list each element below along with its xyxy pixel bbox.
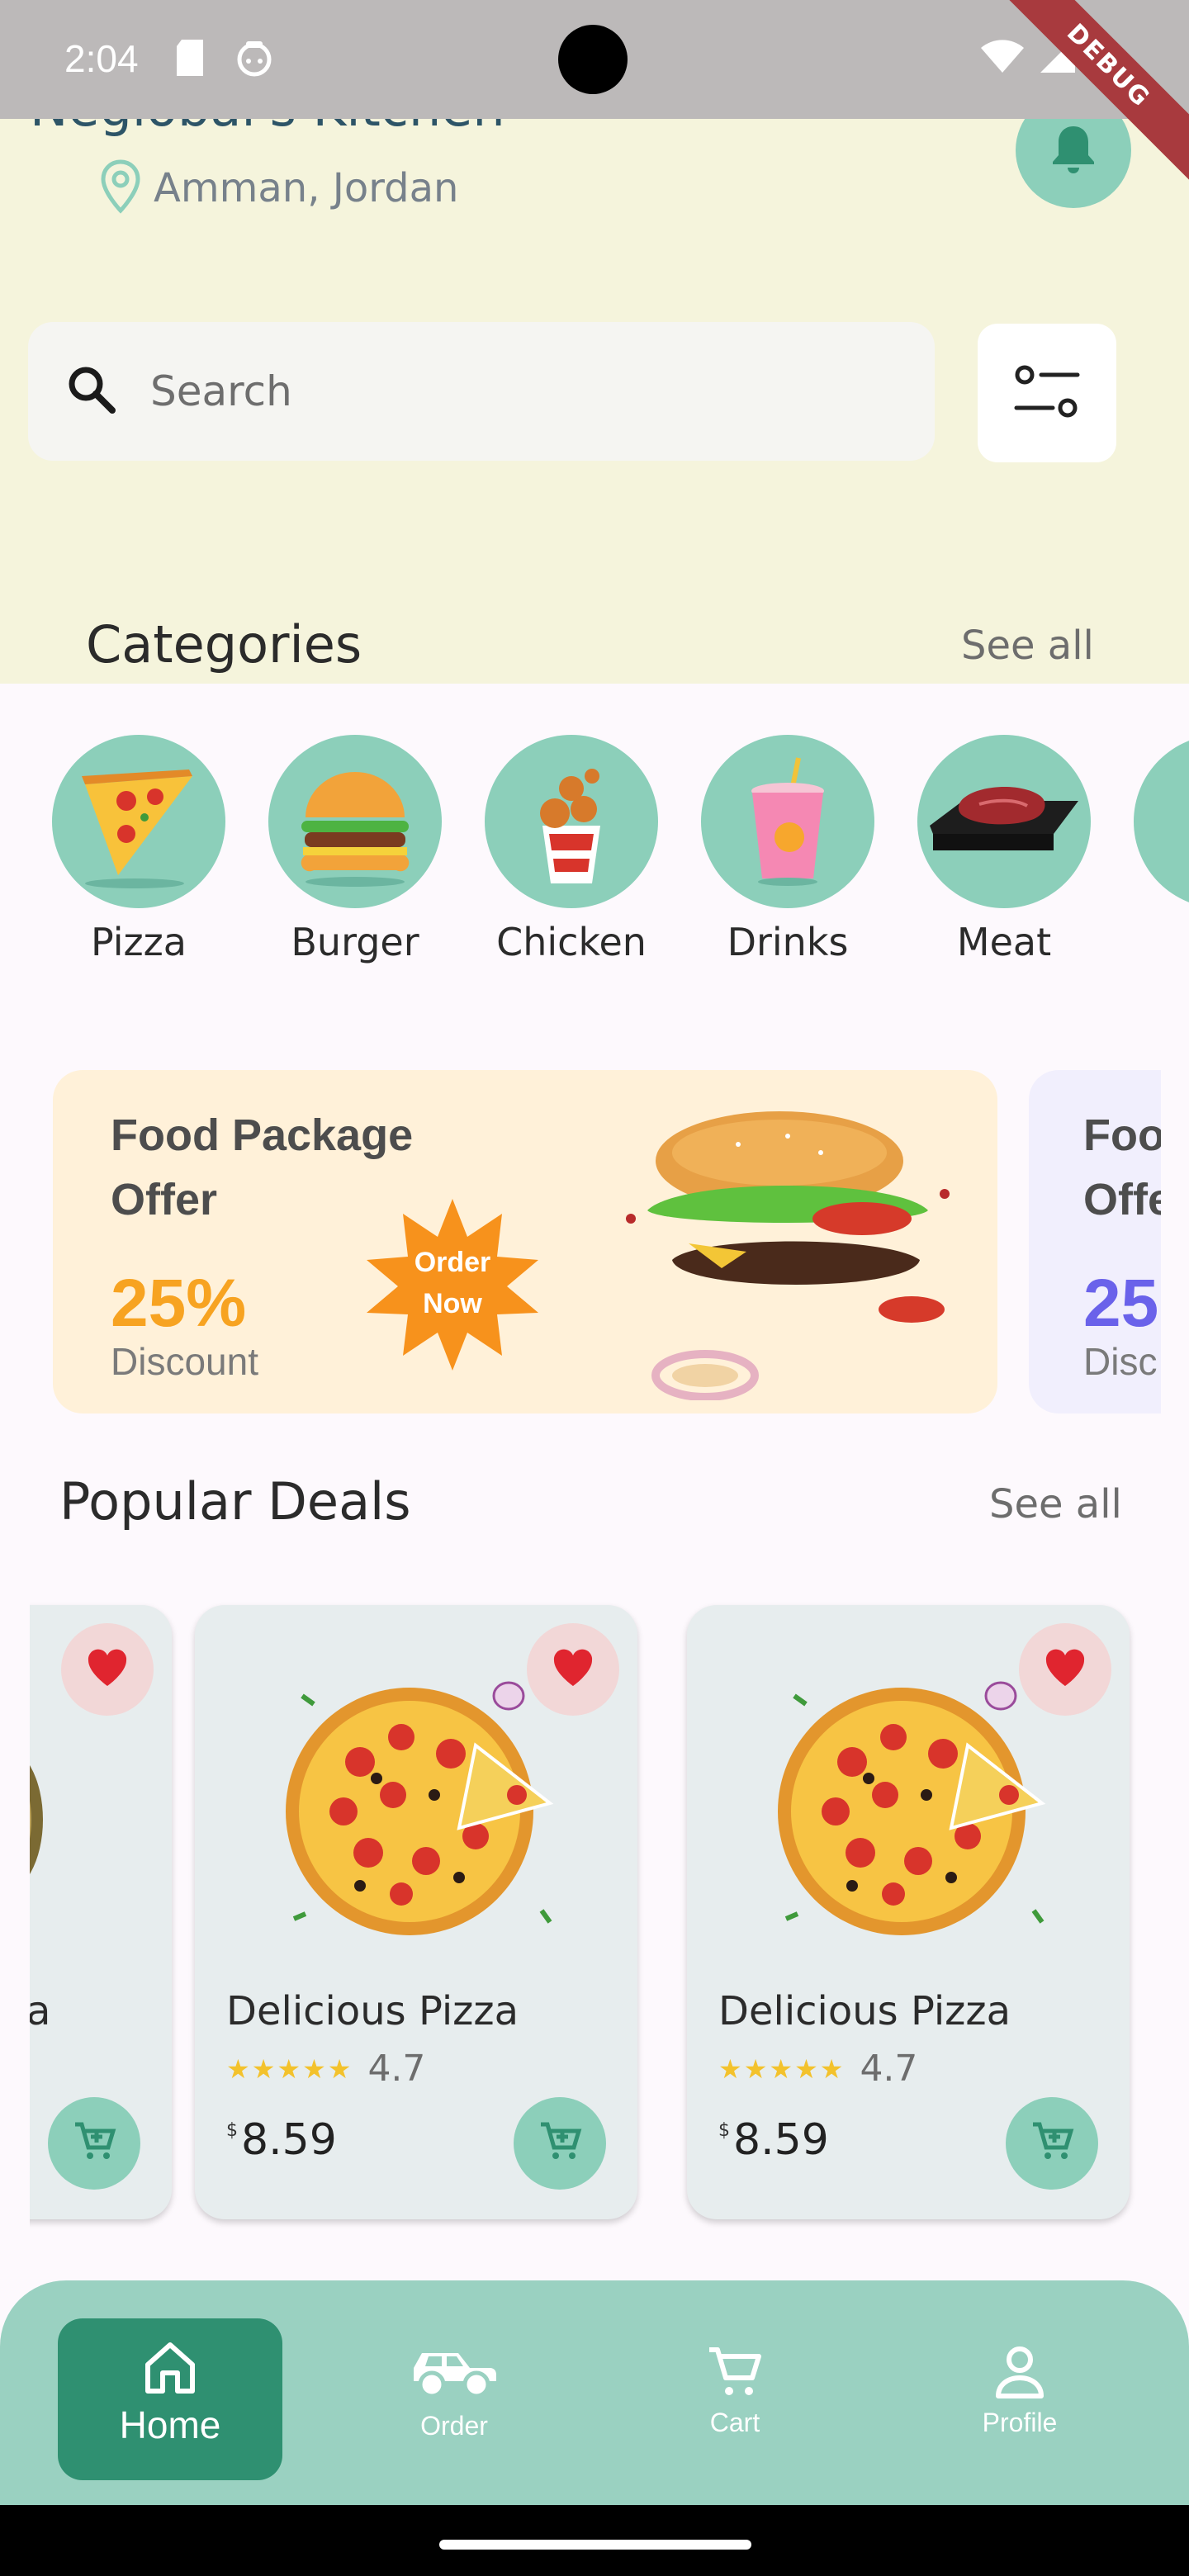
category-label: Burger	[291, 920, 419, 964]
popular-deals-see-all[interactable]: See all	[989, 1481, 1122, 1527]
category-burger[interactable]: Burger	[268, 735, 443, 964]
deals-list: a Delicious Pizza ★★★★★ 4.7 $ 8.59 Delic…	[30, 1602, 1189, 2229]
price: $ 8.59	[226, 2115, 337, 2165]
category-label: Pizza	[91, 920, 187, 964]
filter-icon	[1011, 362, 1082, 424]
nav-profile[interactable]: Profile	[958, 2318, 1082, 2480]
banner-discount: Discount	[111, 1340, 258, 1383]
filter-button[interactable]	[978, 324, 1116, 462]
header-clip: Neglobal's Kitchen Amman, Jordan Search …	[0, 119, 1189, 684]
location[interactable]: Amman, Jordan	[99, 159, 458, 218]
price-value: 8.59	[241, 2115, 337, 2165]
sd-card-icon	[173, 38, 206, 81]
search-bar[interactable]: Search	[28, 322, 935, 461]
location-text: Amman, Jordan	[154, 165, 459, 211]
price: $ 8.59	[718, 2115, 829, 2165]
deal-card[interactable]: Delicious Pizza ★★★★★ 4.7 $ 8.59	[687, 1605, 1130, 2219]
pizza-icon	[52, 735, 225, 908]
cart-icon	[538, 2119, 582, 2167]
offer-carousel: Food Package Offer 25% Discount Order No…	[0, 1070, 1161, 1415]
offer-banner[interactable]: Foo Offe 25 Disc	[1029, 1070, 1161, 1413]
banner-percent: 25%	[111, 1266, 247, 1341]
profile-icon	[993, 2346, 1046, 2403]
nav-order[interactable]: Order	[388, 2318, 520, 2480]
home-icon	[141, 2342, 199, 2398]
order-now-label: Order Now	[414, 1247, 491, 1319]
deal-name: Delicious Pizza	[718, 1988, 1011, 2034]
currency-symbol: $	[718, 2120, 730, 2141]
cart-icon	[72, 2119, 116, 2167]
price-value: 8.59	[733, 2115, 829, 2165]
system-navigation-bar	[0, 2505, 1189, 2576]
add-to-cart-button[interactable]	[1006, 2097, 1098, 2190]
search-icon	[66, 364, 117, 419]
banner-title: Foo Offe	[1083, 1110, 1161, 1224]
order-now-button[interactable]: Order Now	[362, 1194, 543, 1376]
food-image	[30, 1737, 43, 1906]
burger-icon	[268, 735, 442, 908]
currency-symbol: $	[226, 2120, 238, 2141]
category-label: S	[1133, 920, 1189, 964]
deal-name: a	[30, 1988, 51, 2034]
deal-name: Delicious Pizza	[226, 1988, 519, 2034]
pizza-image	[269, 1671, 566, 1952]
status-time: 2:04	[64, 37, 139, 80]
cart-icon	[706, 2347, 764, 2403]
rating: ★★★★★ 4.7	[226, 2048, 425, 2090]
category-label: Chicken	[496, 920, 647, 964]
category-chicken[interactable]: Chicken	[484, 735, 659, 964]
categories-title: Categories	[86, 614, 362, 675]
star-icons: ★★★★★	[718, 2053, 846, 2085]
kitchen-title: Neglobal's Kitchen	[30, 119, 505, 138]
pizza-image	[761, 1671, 1059, 1952]
chicken-icon	[485, 735, 658, 908]
search-input[interactable]: Search	[150, 367, 292, 415]
deal-card[interactable]: a	[30, 1605, 172, 2219]
category-label: Meat	[956, 920, 1052, 964]
star-icons: ★★★★★	[226, 2053, 353, 2085]
cart-icon	[1030, 2119, 1074, 2167]
nav-label: Order	[420, 2411, 488, 2441]
category-list: Pizza Burger Chicken Drinks Meat S	[0, 735, 1189, 974]
rating-value: 4.7	[367, 2048, 426, 2090]
home-indicator[interactable]	[439, 2540, 751, 2550]
location-pin-icon	[99, 159, 142, 218]
food-icon	[1134, 735, 1189, 908]
rating-value: 4.7	[860, 2048, 918, 2090]
category-label: Drinks	[727, 920, 849, 964]
rating: ★★★★★ 4.7	[718, 2048, 917, 2090]
banner-percent: 25	[1083, 1266, 1159, 1341]
bottom-navigation: Home Order Cart Profile	[0, 2280, 1189, 2505]
add-to-cart-button[interactable]	[514, 2097, 606, 2190]
favorite-button[interactable]	[61, 1623, 154, 1716]
debug-banner: DEBUG	[1007, 0, 1189, 182]
nav-cart[interactable]: Cart	[677, 2318, 793, 2480]
debug-banner-wrap: DEBUG	[1007, 0, 1189, 182]
nav-home[interactable]: Home	[58, 2318, 282, 2480]
burger-image	[614, 1095, 961, 1404]
header: Neglobal's Kitchen Amman, Jordan Search …	[0, 119, 1189, 684]
camera-cutout	[558, 25, 628, 94]
app-icon	[234, 38, 274, 81]
deal-card[interactable]: Delicious Pizza ★★★★★ 4.7 $ 8.59	[195, 1605, 637, 2219]
category-meat[interactable]: Meat	[917, 735, 1092, 964]
banner-discount: Disc	[1083, 1340, 1158, 1383]
meat-icon	[917, 735, 1091, 908]
delivery-icon	[409, 2353, 500, 2406]
add-to-cart-button[interactable]	[48, 2097, 140, 2190]
nav-label: Cart	[709, 2408, 760, 2437]
nav-label: Profile	[982, 2408, 1058, 2437]
offer-banner[interactable]: Food Package Offer 25% Discount Order No…	[53, 1070, 997, 1413]
category-more[interactable]: S	[1133, 735, 1189, 964]
popular-deals-title: Popular Deals	[59, 1471, 411, 1532]
category-drinks[interactable]: Drinks	[700, 735, 875, 964]
category-pizza[interactable]: Pizza	[51, 735, 226, 964]
categories-see-all[interactable]: See all	[961, 623, 1094, 669]
heart-icon	[86, 1648, 129, 1691]
drink-icon	[701, 735, 874, 908]
nav-label: Home	[119, 2403, 221, 2446]
